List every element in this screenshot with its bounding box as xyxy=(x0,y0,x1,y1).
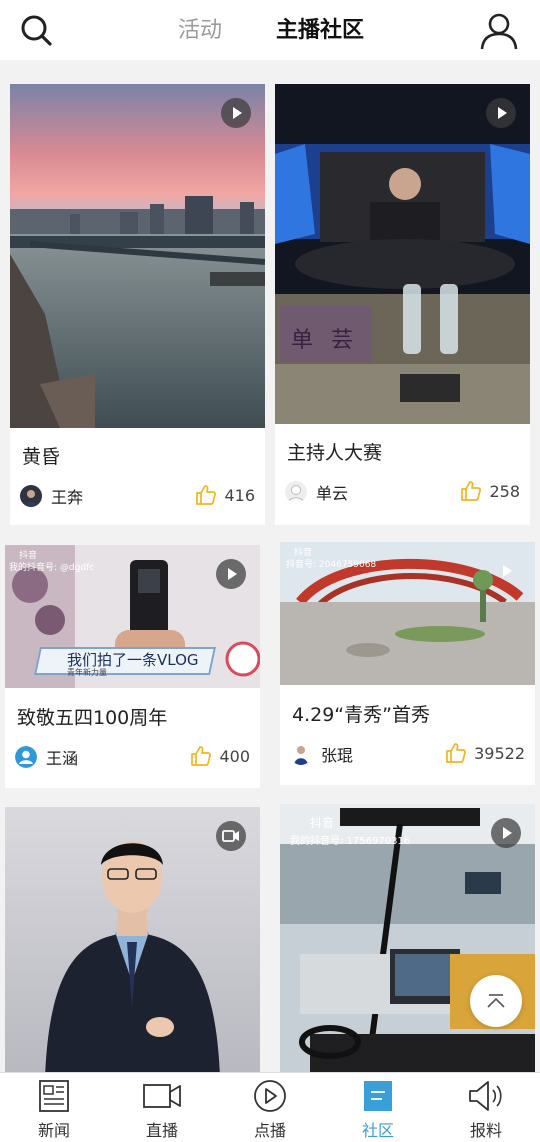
nav-label: 报料 xyxy=(469,1121,502,1140)
like-count: 39522 xyxy=(474,743,525,763)
like-button[interactable]: 258 xyxy=(459,478,520,504)
post-thumbnail[interactable] xyxy=(10,84,265,428)
back-to-top-button[interactable] xyxy=(470,975,522,1027)
like-count: 258 xyxy=(489,481,520,501)
avatar xyxy=(15,746,37,768)
nav-item-community[interactable]: 社区 xyxy=(324,1073,432,1142)
post-title: 致敬五四100周年 xyxy=(17,707,168,729)
user-icon[interactable] xyxy=(478,10,520,52)
chevron-up-icon xyxy=(487,994,505,1008)
nav-label: 直播 xyxy=(145,1121,178,1140)
douyin-id: 我的抖音号: 1756970316 xyxy=(290,836,411,847)
community-feed[interactable]: 黄昏 王奔 416 单芸 主持人大赛 单云 258 我们拍了一条VLOG 青年新… xyxy=(0,60,540,1072)
post-card[interactable]: 黄昏 王奔 416 xyxy=(10,84,265,525)
author-name: 王涵 xyxy=(46,749,79,768)
play-icon xyxy=(486,98,516,128)
avatar xyxy=(290,743,312,765)
author-name: 张琨 xyxy=(321,746,354,765)
post-title: 黄昏 xyxy=(22,446,61,468)
post-author[interactable]: 王奔 xyxy=(20,484,83,508)
post-card[interactable]: 抖音 我的抖音号: 1756970316 xyxy=(280,804,535,1072)
nav-item-live[interactable]: 直播 xyxy=(108,1073,216,1142)
post-author[interactable]: 单云 xyxy=(285,480,348,504)
douyin-label: 抖音 xyxy=(294,548,313,558)
post-title: 4.29“青秀”首秀 xyxy=(292,704,430,726)
post-title: 主持人大赛 xyxy=(287,442,383,464)
post-thumbnail[interactable]: 我们拍了一条VLOG 青年新力量 抖音 我的抖音号: @dgdfc xyxy=(5,545,260,688)
thumbs-up-icon xyxy=(446,743,467,763)
play-icon xyxy=(491,818,521,848)
post-thumbnail[interactable]: 抖音 我的抖音号: 1756970316 xyxy=(280,804,535,1072)
post-card[interactable]: 我们拍了一条VLOG 青年新力量 抖音 我的抖音号: @dgdfc 致敬五四10… xyxy=(5,545,260,788)
tab-activity[interactable]: 活动 xyxy=(178,16,222,46)
nav-label: 新闻 xyxy=(37,1121,70,1140)
like-count: 400 xyxy=(219,746,250,766)
douyin-label: 抖音 xyxy=(19,551,38,561)
post-author[interactable]: 王涵 xyxy=(15,745,78,769)
nav-label: 社区 xyxy=(361,1121,394,1140)
top-header: 活动 主播社区 xyxy=(0,0,540,60)
play-circle-icon xyxy=(250,1079,290,1113)
like-button[interactable]: 39522 xyxy=(444,740,525,766)
play-icon xyxy=(221,98,251,128)
thumbs-up-icon xyxy=(196,485,217,505)
megaphone-icon xyxy=(466,1079,506,1113)
bottom-navigation: 新闻 直播 点播 社区 报料 xyxy=(0,1072,540,1142)
thumbs-up-icon xyxy=(191,746,212,766)
name-sign: 单芸 xyxy=(291,328,372,353)
nav-label: 点播 xyxy=(253,1121,286,1140)
douyin-id: 我的抖音号: @dgdfc xyxy=(9,563,95,573)
post-thumbnail[interactable]: 单芸 xyxy=(275,84,530,424)
tab-community[interactable]: 主播社区 xyxy=(276,16,364,46)
thumbs-up-icon xyxy=(461,481,482,501)
post-card[interactable] xyxy=(5,807,260,1072)
nav-item-news[interactable]: 新闻 xyxy=(0,1073,108,1142)
author-name: 单云 xyxy=(316,484,349,503)
community-icon xyxy=(358,1079,398,1113)
post-card[interactable]: 单芸 主持人大赛 单云 258 xyxy=(275,84,530,525)
nav-item-vod[interactable]: 点播 xyxy=(216,1073,324,1142)
like-count: 416 xyxy=(224,485,255,505)
vlog-banner-subtext: 青年新力量 xyxy=(67,668,107,677)
play-icon xyxy=(491,556,521,586)
post-thumbnail[interactable] xyxy=(5,807,260,1072)
douyin-id: 抖音号: 2046759068 xyxy=(286,560,377,570)
news-icon xyxy=(34,1079,74,1113)
post-card[interactable]: 抖音 抖音号: 2046759068 4.29“青秀”首秀 张琨 39522 xyxy=(280,542,535,785)
search-icon[interactable] xyxy=(18,12,54,48)
live-icon xyxy=(142,1079,182,1113)
video-camera-icon xyxy=(216,821,246,851)
like-button[interactable]: 400 xyxy=(189,743,250,769)
post-thumbnail[interactable]: 抖音 抖音号: 2046759068 xyxy=(280,542,535,685)
nav-item-report[interactable]: 报料 xyxy=(432,1073,540,1142)
like-button[interactable]: 416 xyxy=(194,482,255,508)
avatar xyxy=(285,481,307,503)
play-icon xyxy=(216,559,246,589)
author-name: 王奔 xyxy=(51,488,84,507)
avatar xyxy=(20,485,42,507)
post-author[interactable]: 张琨 xyxy=(290,742,353,766)
douyin-label: 抖音 xyxy=(310,816,335,830)
